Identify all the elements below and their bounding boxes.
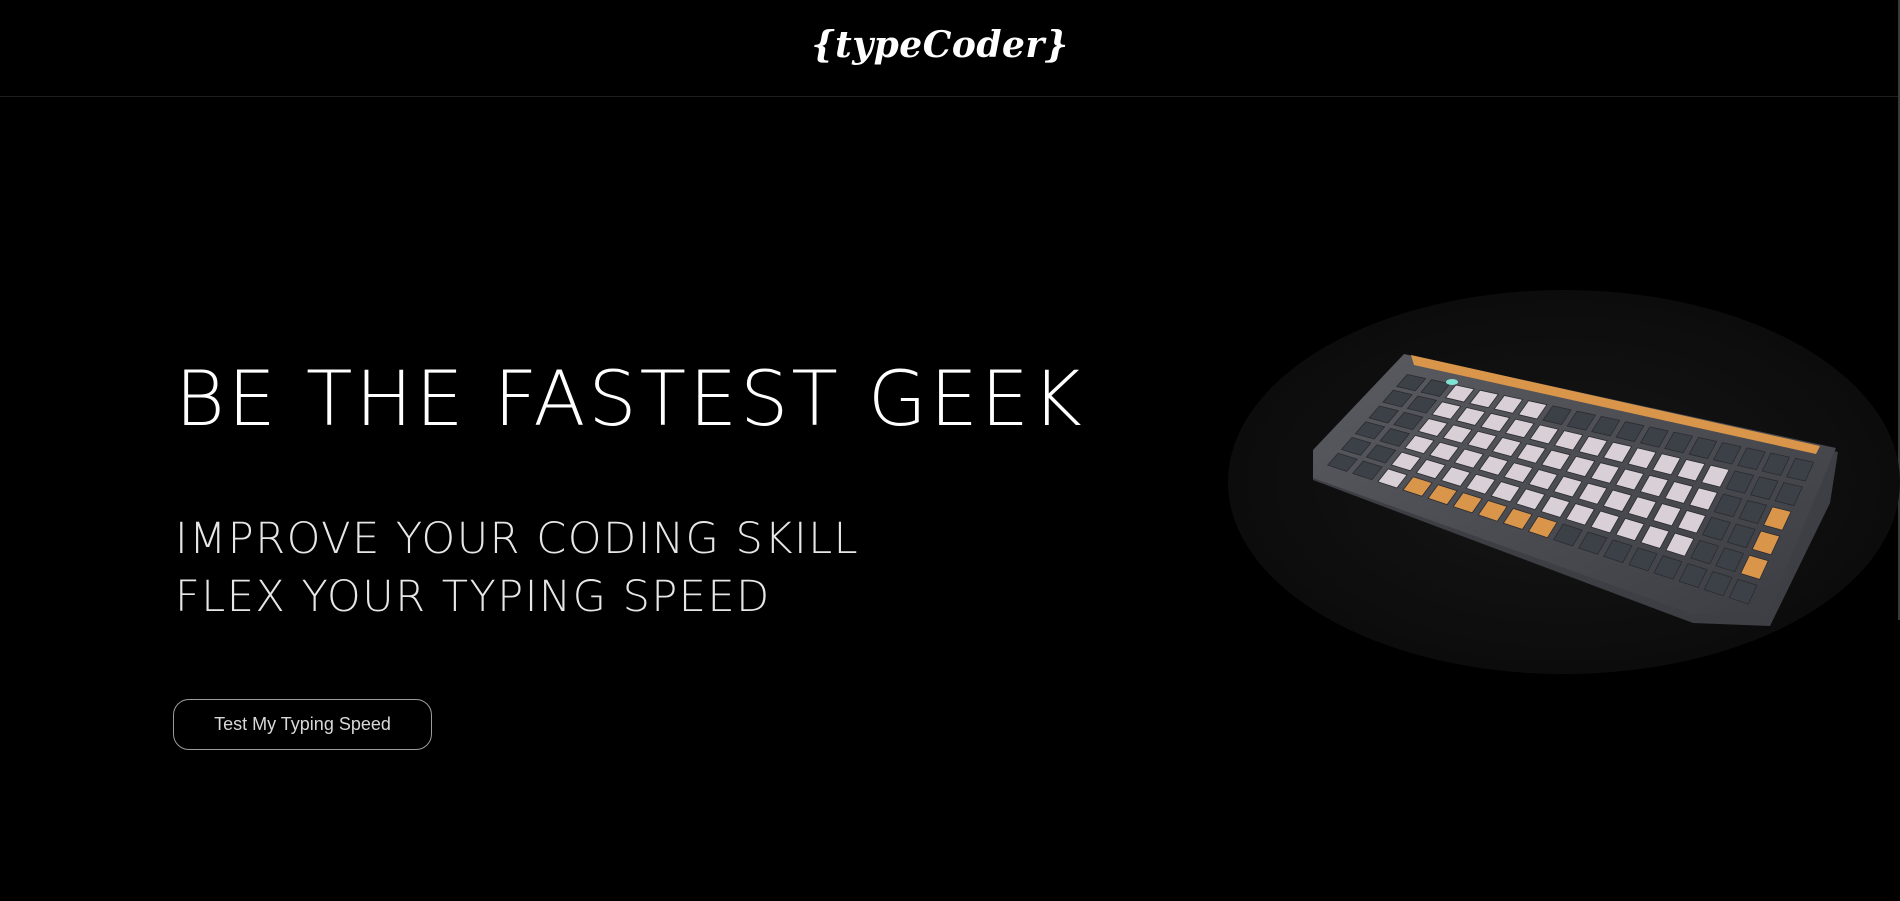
subtitle-line-1: IMPROVE YOUR CODING SKILL [175,514,860,564]
indicator-light [1446,379,1458,385]
hero-subtitle: IMPROVE YOUR CODING SKILL FLEX YOUR TYPI… [175,510,859,626]
site-logo[interactable]: {typeCoder} [0,24,1880,66]
keyboard-image [1228,290,1900,674]
mechanical-keyboard-icon [1228,290,1900,674]
test-typing-speed-button[interactable]: Test My Typing Speed [173,699,432,750]
hero-title: BE THE FASTEST GEEK [175,354,1085,443]
top-navbar: {typeCoder} [0,0,1900,97]
subtitle-line-2: FLEX YOUR TYPING SPEED [175,572,771,622]
